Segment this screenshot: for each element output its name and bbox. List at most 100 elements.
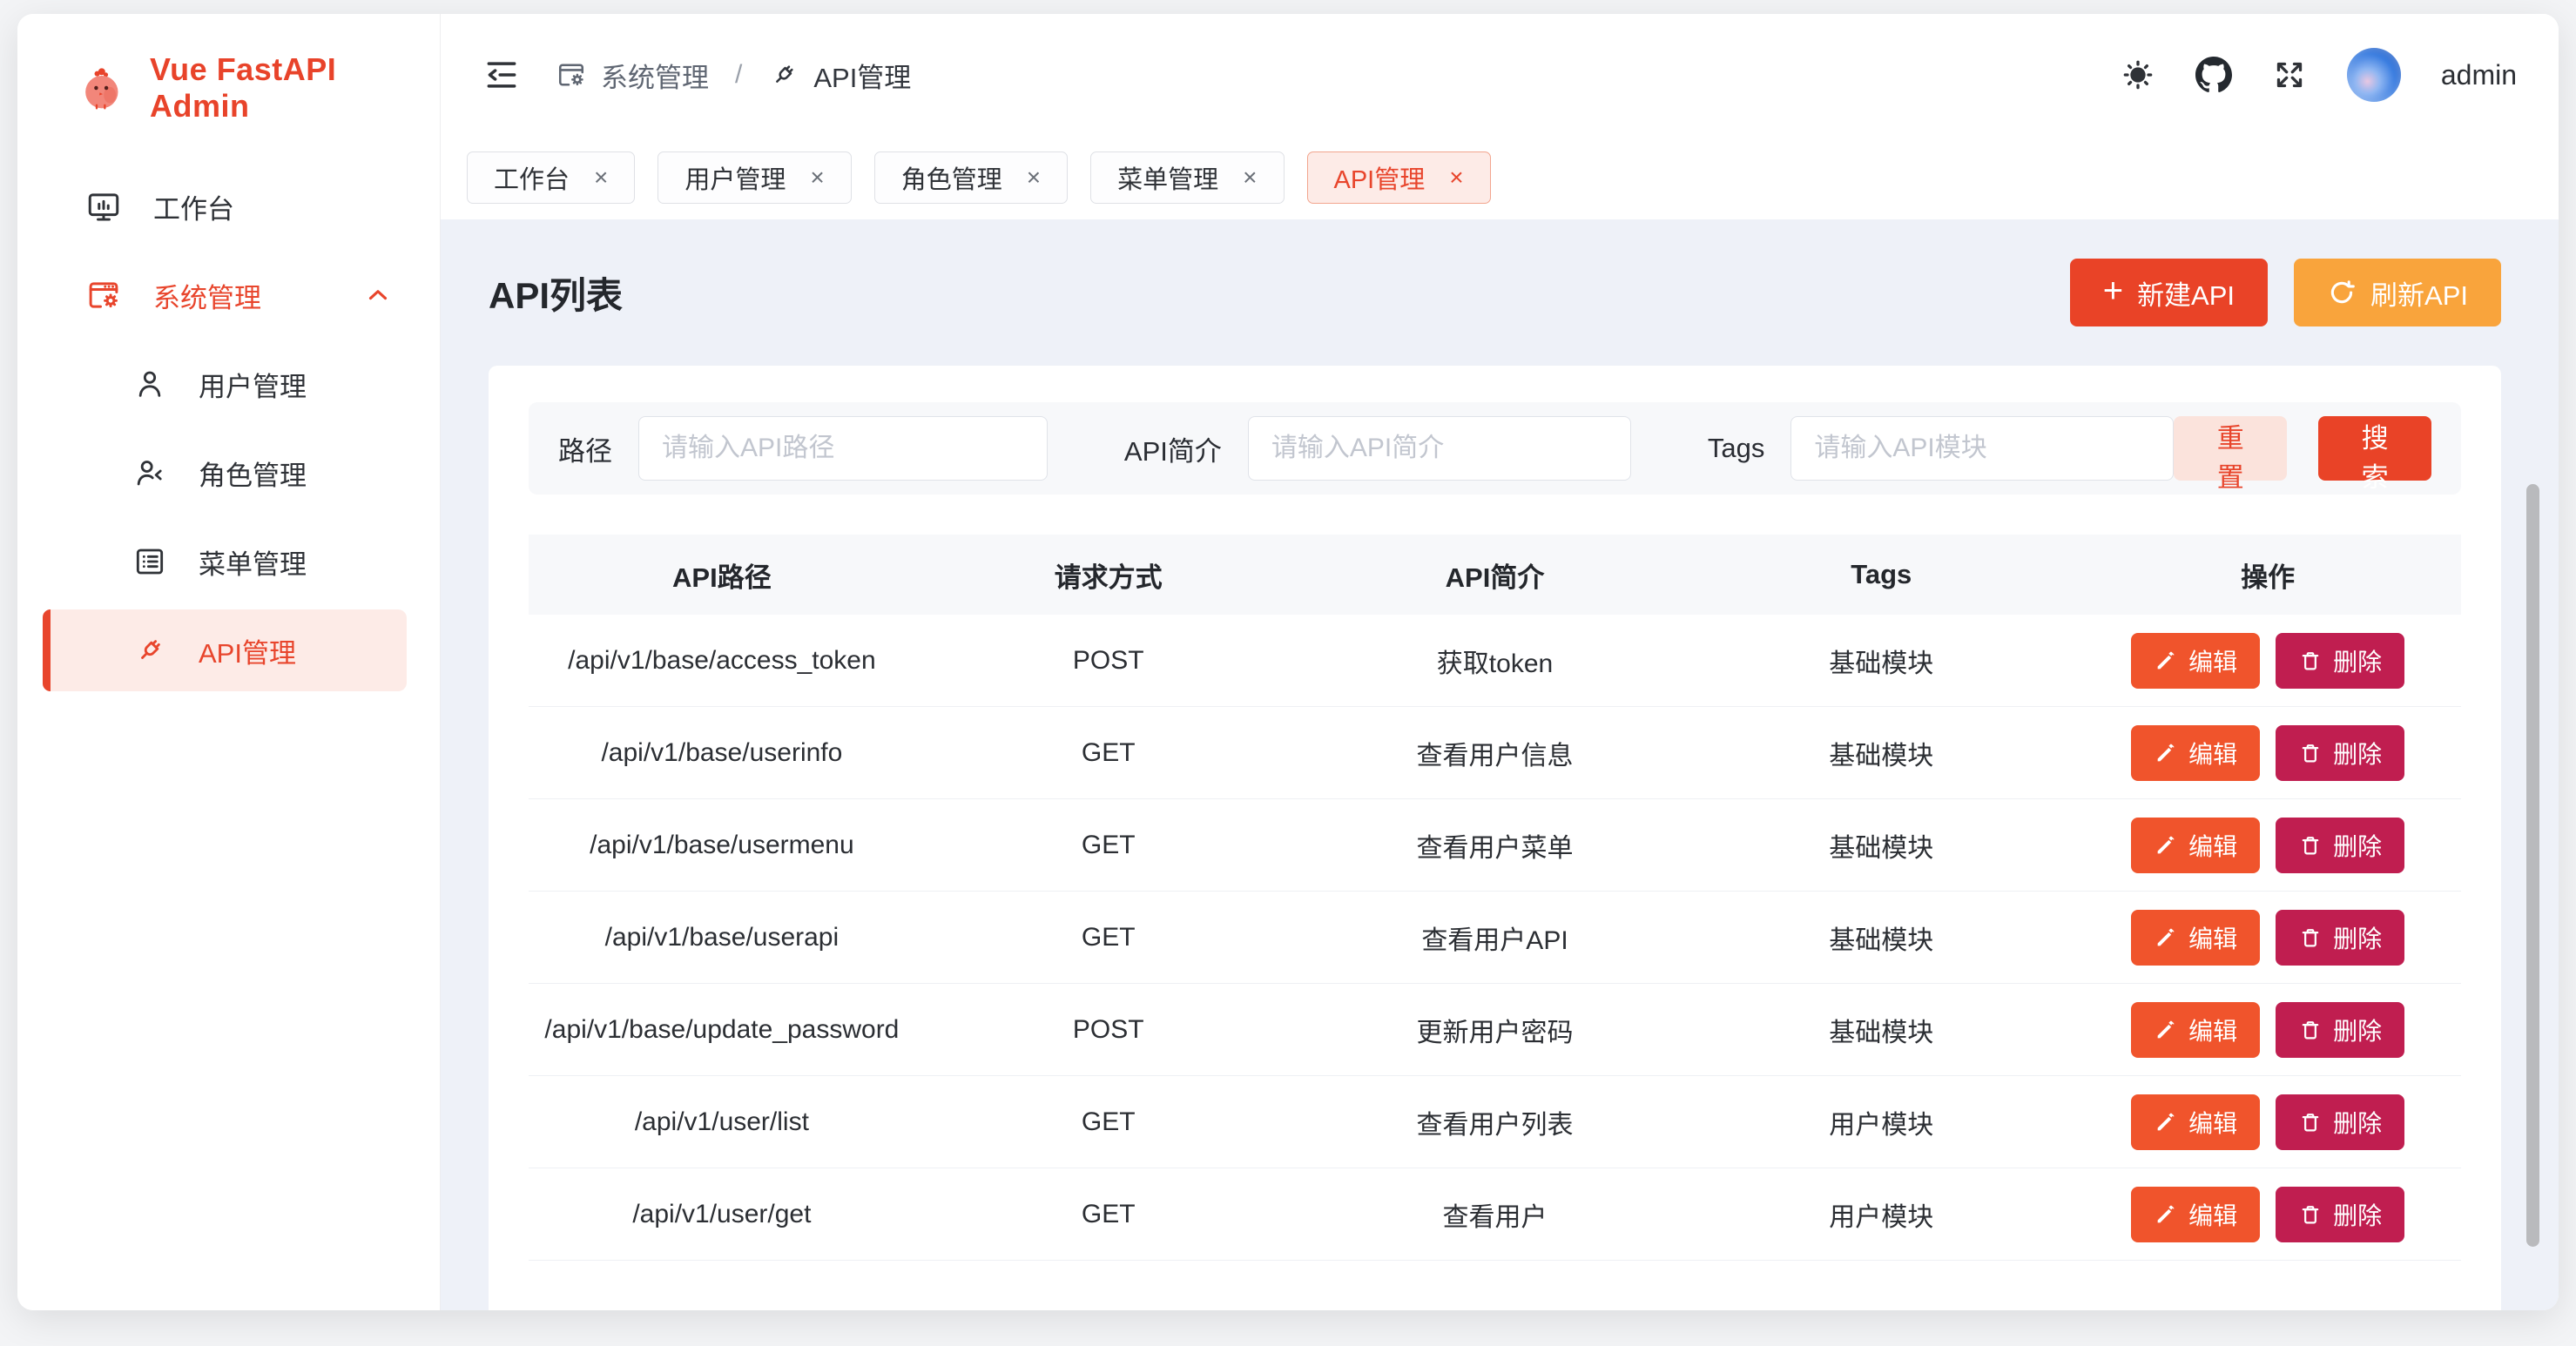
sidebar-item-system[interactable]: 系统管理 [17, 251, 440, 340]
cell-tags: 基础模块 [1688, 642, 2074, 680]
edit-button[interactable]: 编辑 [2131, 1187, 2260, 1242]
close-icon[interactable]: × [810, 165, 824, 190]
edit-button[interactable]: 编辑 [2131, 818, 2260, 873]
breadcrumb-current-label: API管理 [813, 56, 911, 95]
pencil-icon [2154, 1018, 2178, 1042]
close-icon[interactable]: × [1449, 165, 1463, 190]
edit-button[interactable]: 编辑 [2131, 1002, 2260, 1058]
edit-button[interactable]: 编辑 [2131, 725, 2260, 781]
fullscreen-icon[interactable] [2272, 57, 2307, 92]
cell-actions: 编辑 删除 [2074, 633, 2461, 689]
column-header-path: API路径 [529, 555, 915, 595]
cell-tags: 基础模块 [1688, 919, 2074, 957]
tab-workbench[interactable]: 工作台 × [467, 151, 635, 204]
edit-button-label: 编辑 [2188, 920, 2237, 955]
tab-label: API管理 [1334, 159, 1426, 196]
sidebar-item-label: 角色管理 [199, 454, 307, 493]
breadcrumb-section[interactable]: 系统管理 [556, 56, 709, 95]
trash-icon [2298, 925, 2323, 950]
cell-actions: 编辑 删除 [2074, 725, 2461, 781]
table-row: /api/v1/base/userinfo GET 查看用户信息 基础模块 编辑 [529, 707, 2461, 799]
trash-icon [2298, 741, 2323, 765]
cell-path: /api/v1/base/userapi [529, 923, 915, 952]
close-icon[interactable]: × [1027, 165, 1041, 190]
path-filter-label: 路径 [558, 429, 612, 468]
tab-api[interactable]: API管理 × [1307, 151, 1491, 204]
cell-method: GET [915, 831, 1302, 860]
avatar[interactable] [2347, 48, 2401, 102]
pencil-icon [2154, 649, 2178, 673]
api-plug-icon [768, 59, 799, 91]
trash-icon [2298, 833, 2323, 858]
tab-menus[interactable]: 菜单管理 × [1090, 151, 1284, 204]
table-card: 路径 API简介 Tags 重置 搜索 API路径 请求方式 API简介 Tag… [489, 366, 2501, 1310]
collapse-sidebar-icon[interactable] [482, 56, 521, 94]
sidebar-item-roles[interactable]: 角色管理 [17, 428, 440, 517]
cell-path: /api/v1/base/access_token [529, 646, 915, 676]
breadcrumb-separator: / [735, 60, 742, 90]
table-row: /api/v1/user/list GET 查看用户列表 用户模块 编辑 [529, 1076, 2461, 1168]
delete-button[interactable]: 删除 [2276, 910, 2404, 966]
breadcrumb-current[interactable]: API管理 [768, 56, 911, 95]
cell-method: GET [915, 738, 1302, 768]
refresh-api-button[interactable]: 刷新API [2294, 259, 2501, 326]
edit-button[interactable]: 编辑 [2131, 633, 2260, 689]
sidebar-item-users[interactable]: 用户管理 [17, 340, 440, 428]
delete-button-label: 删除 [2333, 736, 2382, 771]
new-api-button[interactable]: + 新建API [2070, 259, 2268, 326]
sidebar-item-workbench[interactable]: 工作台 [17, 162, 440, 251]
cell-tags: 基础模块 [1688, 734, 2074, 772]
column-header-method: 请求方式 [915, 555, 1302, 595]
role-icon [132, 455, 167, 490]
table-row: /api/v1/base/userapi GET 查看用户API 基础模块 编辑 [529, 892, 2461, 984]
delete-button[interactable]: 删除 [2276, 1094, 2404, 1150]
github-icon[interactable] [2195, 57, 2232, 93]
table-header: API路径 请求方式 API简介 Tags 操作 [529, 535, 2461, 615]
close-icon[interactable]: × [594, 165, 608, 190]
user-icon [132, 367, 167, 401]
cell-path: /api/v1/base/update_password [529, 1015, 915, 1045]
page-actions: + 新建API 刷新API [2070, 259, 2501, 326]
sidebar-item-label: 用户管理 [199, 365, 307, 404]
path-filter-input[interactable] [638, 416, 1048, 481]
sidebar-item-menus[interactable]: 菜单管理 [17, 517, 440, 606]
search-button[interactable]: 搜索 [2318, 416, 2431, 481]
delete-button-label: 删除 [2333, 828, 2382, 863]
edit-button-label: 编辑 [2188, 1013, 2237, 1047]
sidebar: Vue FastAPI Admin 工作台 [17, 14, 441, 1310]
app-window: Vue FastAPI Admin 工作台 [17, 14, 2559, 1310]
tab-users[interactable]: 用户管理 × [657, 151, 851, 204]
edit-button-label: 编辑 [2188, 828, 2237, 863]
tab-label: 菜单管理 [1117, 159, 1218, 196]
edit-button[interactable]: 编辑 [2131, 910, 2260, 966]
pencil-icon [2154, 833, 2178, 858]
tags-filter-label: Tags [1708, 433, 1764, 464]
delete-button[interactable]: 删除 [2276, 725, 2404, 781]
cell-tags: 用户模块 [1688, 1103, 2074, 1141]
delete-button[interactable]: 删除 [2276, 633, 2404, 689]
table-row: /api/v1/base/update_password POST 更新用户密码… [529, 984, 2461, 1076]
cell-method: POST [915, 1015, 1302, 1045]
cell-summary: 更新用户密码 [1302, 1011, 1689, 1049]
edit-button-label: 编辑 [2188, 1197, 2237, 1232]
cell-actions: 编辑 删除 [2074, 1187, 2461, 1242]
tags-filter-input[interactable] [1790, 416, 2174, 481]
edit-button[interactable]: 编辑 [2131, 1094, 2260, 1150]
summary-filter-input[interactable] [1248, 416, 1631, 481]
chevron-up-icon[interactable] [363, 280, 393, 310]
sidebar-menu: 工作台 系统管理 [17, 162, 440, 691]
close-icon[interactable]: × [1243, 165, 1257, 190]
delete-button-label: 删除 [2333, 1105, 2382, 1140]
sidebar-item-api[interactable]: API管理 [43, 609, 407, 691]
delete-button[interactable]: 删除 [2276, 818, 2404, 873]
sidebar-item-label: 工作台 [153, 187, 234, 226]
table-body: /api/v1/base/access_token POST 获取token 基… [529, 615, 2461, 1261]
table-row: /api/v1/base/usermenu GET 查看用户菜单 基础模块 编辑 [529, 799, 2461, 892]
tab-roles[interactable]: 角色管理 × [874, 151, 1068, 204]
reset-button[interactable]: 重置 [2174, 416, 2287, 481]
vertical-scrollbar[interactable] [2526, 484, 2539, 1247]
delete-button[interactable]: 删除 [2276, 1187, 2404, 1242]
chick-logo-icon [78, 64, 127, 112]
delete-button[interactable]: 删除 [2276, 1002, 2404, 1058]
theme-toggle-icon[interactable] [2121, 57, 2155, 92]
